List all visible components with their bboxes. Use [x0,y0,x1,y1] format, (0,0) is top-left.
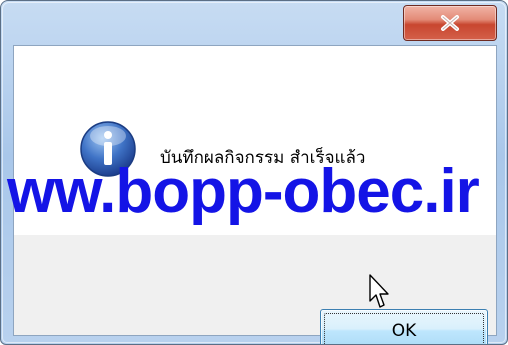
title-bar[interactable] [1,1,507,45]
close-button[interactable] [403,5,497,41]
dialog-client-area: บันทึกผลกิจกรรม สำเร็จแล้ว OK [13,45,497,344]
message-text: บันทึกผลกิจกรรม สำเร็จแล้ว [160,148,366,168]
message-panel: บันทึกผลกิจกรรม สำเร็จแล้ว [14,46,496,235]
message-dialog-window: บันทึกผลกิจกรรม สำเร็จแล้ว OK ww.bopp-ob… [0,0,508,345]
close-icon [441,15,459,31]
information-icon [80,121,136,177]
ok-button[interactable]: OK [320,309,488,344]
ok-button-label: OK [391,321,417,341]
